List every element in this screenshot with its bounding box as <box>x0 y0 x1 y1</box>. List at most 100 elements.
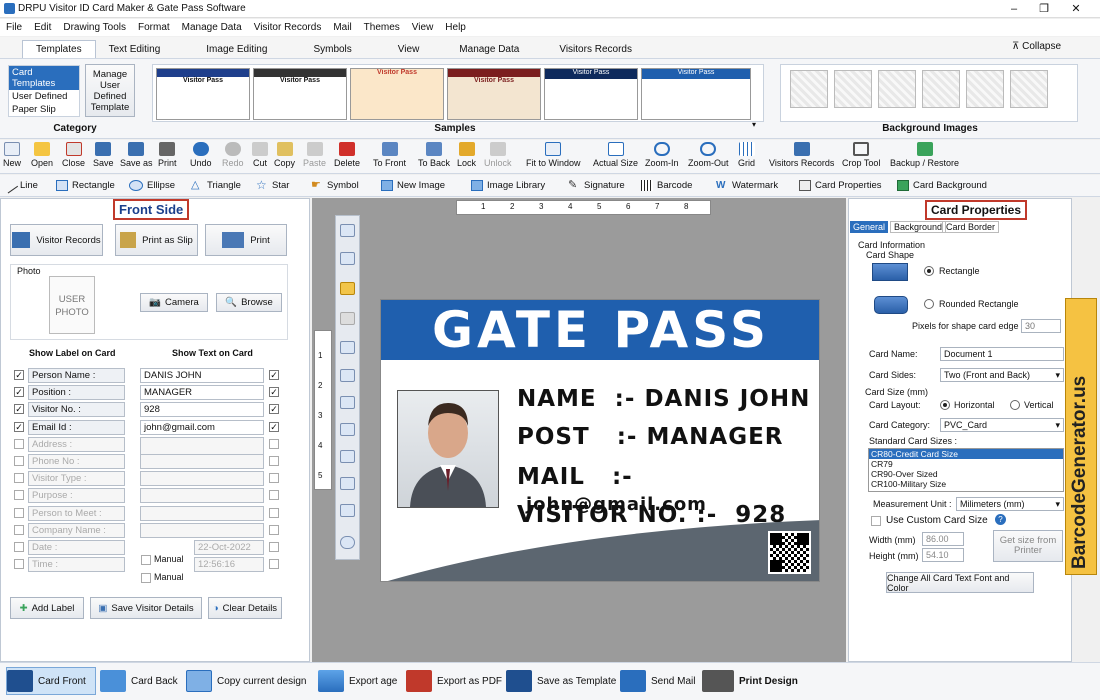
barcode-tool[interactable]: Barcode <box>641 180 692 191</box>
menu-view[interactable]: View <box>412 22 434 33</box>
sample-thumb[interactable]: Visitor Pass <box>544 68 638 120</box>
field-label[interactable]: Visitor No. : <box>28 402 125 417</box>
show-text-checkbox[interactable] <box>269 559 279 569</box>
field-value[interactable] <box>140 523 264 538</box>
camera-button[interactable]: 📷 Camera <box>140 293 208 312</box>
width-input[interactable]: 86.00 <box>922 532 964 546</box>
tab-card-border[interactable]: Card Border <box>942 221 1000 233</box>
show-label-checkbox[interactable] <box>14 473 24 483</box>
actual-size-button[interactable]: Actual Size <box>593 142 638 168</box>
sample-thumb[interactable]: Visitor Pass <box>350 68 444 120</box>
card-back-button[interactable]: Card Back <box>100 667 178 695</box>
field-value[interactable]: 22-Oct-2022 <box>194 540 264 555</box>
fit-to-window-button[interactable]: Fit to Window <box>526 142 581 168</box>
rounded-rectangle-radio[interactable] <box>924 299 934 309</box>
tab-templates[interactable]: Templates <box>22 40 96 58</box>
sample-thumb[interactable]: Visitor Pass <box>447 68 541 120</box>
to-front-button[interactable]: To Front <box>373 142 406 168</box>
card-name-input[interactable]: Document 1 <box>940 347 1064 361</box>
menu-drawing-tools[interactable]: Drawing Tools <box>63 22 126 33</box>
maximize-button[interactable]: ❐ <box>1030 1 1058 17</box>
grid-button[interactable]: Grid <box>738 142 755 168</box>
menu-edit[interactable]: Edit <box>34 22 51 33</box>
samples-scroll-icon[interactable]: ▾ <box>752 120 762 130</box>
undo-button[interactable]: Undo <box>190 142 212 168</box>
field-label[interactable]: Position : <box>28 385 125 400</box>
size-option[interactable]: CR90-Over Sized <box>869 469 1063 479</box>
field-label[interactable]: Person to Meet : <box>28 506 125 521</box>
unlock-button[interactable]: Unlock <box>484 142 512 168</box>
show-label-checkbox[interactable]: ✓ <box>14 422 24 432</box>
field-value[interactable]: 12:56:16 <box>194 557 264 572</box>
copy-design-button[interactable]: Copy current design <box>186 667 307 695</box>
resize-icon[interactable] <box>340 504 355 517</box>
save-template-button[interactable]: Save as Template <box>506 667 616 695</box>
field-label[interactable]: Visitor Type : <box>28 471 125 486</box>
card-sides-select[interactable]: Two (Front and Back) ▾ <box>940 368 1064 382</box>
show-label-checkbox[interactable] <box>14 439 24 449</box>
menu-help[interactable]: Help <box>445 22 466 33</box>
search-side-icon[interactable] <box>340 536 355 549</box>
show-text-checkbox[interactable]: ✓ <box>269 404 279 414</box>
tab-symbols[interactable]: Symbols <box>300 41 364 58</box>
sample-thumb[interactable]: Visitor Pass <box>641 68 751 120</box>
save-button[interactable]: Save <box>93 142 114 168</box>
menu-file[interactable]: File <box>6 22 22 33</box>
show-text-checkbox[interactable] <box>269 490 279 500</box>
zoom-in-button[interactable]: Zoom-In <box>645 142 679 168</box>
id-card-preview[interactable]: GATE PASS NAME :- DANIS JOHN POST :- MAN… <box>380 299 820 582</box>
to-back-button[interactable]: To Back <box>418 142 450 168</box>
visitor-photo[interactable] <box>397 390 499 508</box>
size-option[interactable]: CR100-Military Size <box>869 479 1063 489</box>
show-text-checkbox[interactable]: ✓ <box>269 387 279 397</box>
rectangle-radio[interactable] <box>924 266 934 276</box>
open-button[interactable]: Open <box>31 142 53 168</box>
lock-side-icon[interactable] <box>340 282 355 295</box>
manage-user-defined-button[interactable]: Manage User Defined Template <box>85 64 135 117</box>
visitors-records-button[interactable]: Visitors Records <box>769 142 834 168</box>
clear-details-button[interactable]: ◑ Clear Details <box>208 597 282 619</box>
tab-background[interactable]: Background <box>890 221 947 233</box>
tab-text-editing[interactable]: Text Editing <box>96 41 174 58</box>
watermark-tool[interactable]: W Watermark <box>716 180 778 191</box>
export-image-button[interactable]: Export age <box>318 667 397 695</box>
collapse-button[interactable]: ⊼ Collapse <box>1012 41 1061 52</box>
manual-time-checkbox[interactable] <box>141 573 151 583</box>
redo-button[interactable]: Redo <box>222 142 244 168</box>
show-label-checkbox[interactable] <box>14 525 24 535</box>
custom-size-checkbox[interactable] <box>871 516 881 526</box>
background-thumb[interactable] <box>966 70 1004 108</box>
field-value[interactable] <box>140 506 264 521</box>
card-category-select[interactable]: PVC_Card ▾ <box>940 418 1064 432</box>
size-option[interactable]: CR79 <box>869 459 1063 469</box>
minimize-button[interactable]: – <box>1000 1 1028 17</box>
show-label-checkbox[interactable]: ✓ <box>14 387 24 397</box>
image-side-icon[interactable] <box>340 477 355 490</box>
tab-image-editing[interactable]: Image Editing <box>193 41 280 58</box>
print-left-button[interactable]: Print <box>205 224 287 256</box>
menu-mail[interactable]: Mail <box>333 22 351 33</box>
tab-general[interactable]: General <box>850 221 889 233</box>
show-label-checkbox[interactable]: ✓ <box>14 404 24 414</box>
star-tool[interactable]: ☆ Star <box>256 179 289 191</box>
save-visitor-details-button[interactable]: ▣ Save Visitor Details <box>90 597 202 619</box>
pixels-edge-input[interactable]: 30 <box>1021 319 1061 333</box>
change-all-font-button[interactable]: Change All Card Text Font and Color <box>886 572 1034 593</box>
delete-button[interactable]: Delete <box>334 142 360 168</box>
backup-restore-button[interactable]: Backup / Restore <box>890 142 959 168</box>
category-card-templates[interactable]: Card Templates <box>9 66 79 90</box>
field-label[interactable]: Time : <box>28 557 125 572</box>
lock-button[interactable]: Lock <box>457 142 476 168</box>
show-text-checkbox[interactable] <box>269 456 279 466</box>
visitor-records-button[interactable]: Visitor Records <box>10 224 103 256</box>
sample-thumb[interactable]: Visitor Pass <box>253 68 347 120</box>
background-thumb[interactable] <box>878 70 916 108</box>
background-thumb[interactable] <box>1010 70 1048 108</box>
cut-button[interactable]: Cut <box>252 142 268 168</box>
show-text-checkbox[interactable] <box>269 542 279 552</box>
field-label[interactable]: Phone No : <box>28 454 125 469</box>
background-thumb[interactable] <box>834 70 872 108</box>
unlock-side-icon[interactable] <box>340 312 355 325</box>
rectangle-tool[interactable]: Rectangle <box>56 180 115 191</box>
text-box-icon[interactable] <box>340 341 355 354</box>
